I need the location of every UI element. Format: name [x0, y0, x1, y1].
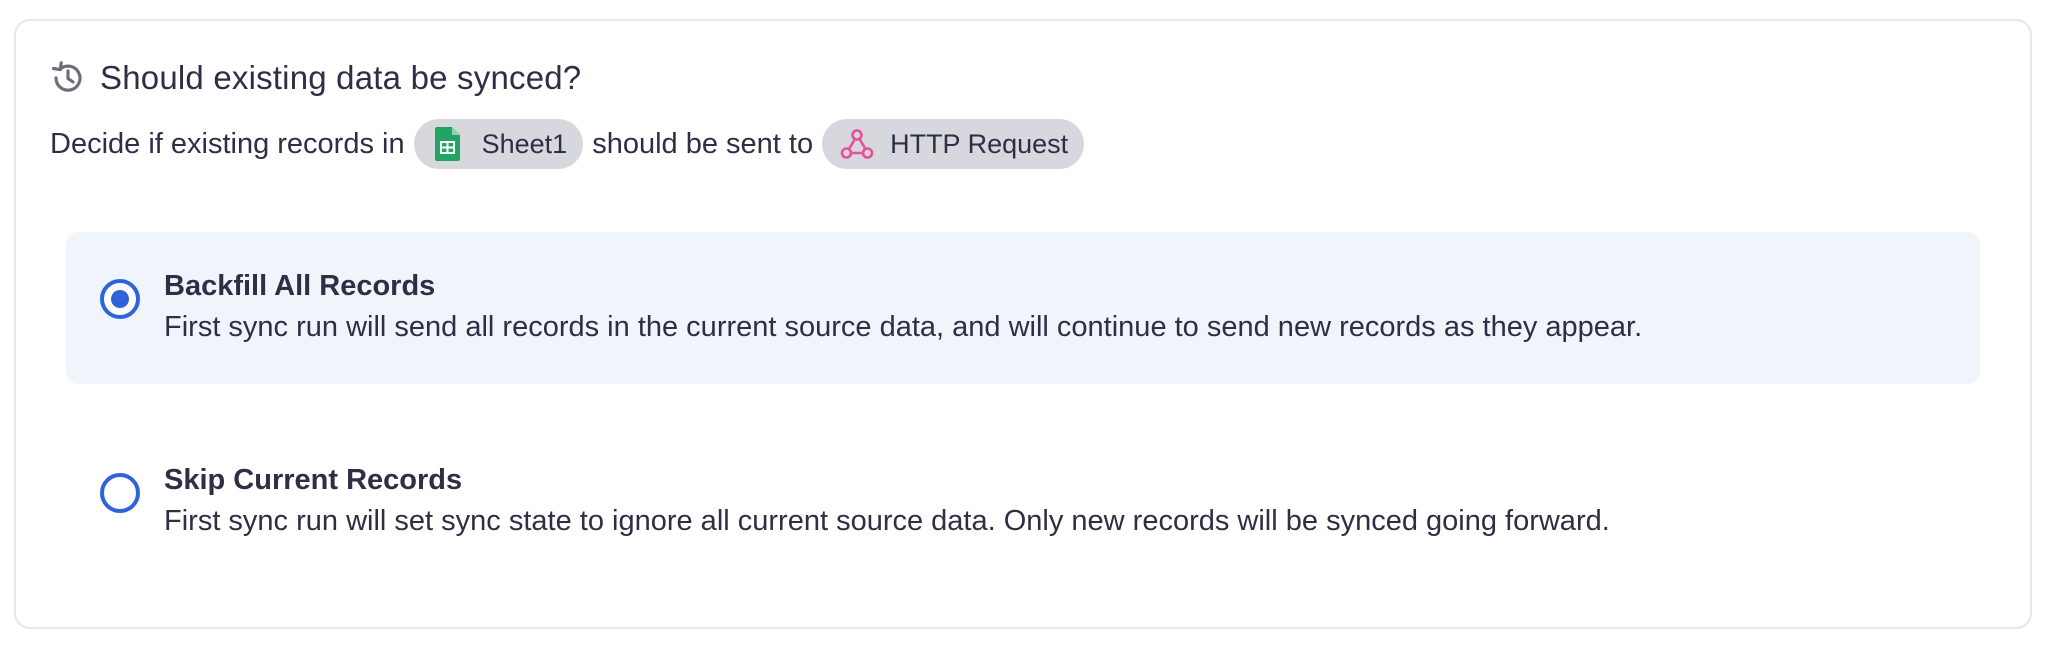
page-title: Should existing data be synced?: [100, 59, 582, 96]
option-title: Skip Current Records: [164, 464, 463, 496]
option-description: First sync run will send all records in …: [164, 311, 1643, 343]
history-icon: [50, 60, 86, 96]
sync-description: Decide if existing records in Sheet1 sho…: [50, 118, 1093, 170]
option-title: Backfill All Records: [164, 270, 436, 302]
option-backfill-all-records[interactable]: Backfill All Records First sync run will…: [66, 232, 1980, 384]
radio-skip-current-records[interactable]: [100, 473, 140, 513]
section-heading: Should existing data be synced?: [50, 58, 581, 98]
destination-pill: HTTP Request: [822, 119, 1085, 169]
source-label: Sheet1: [481, 128, 568, 159]
google-sheets-icon: [432, 127, 462, 161]
radio-backfill-all-records[interactable]: [100, 279, 140, 319]
destination-label: HTTP Request: [890, 128, 1069, 159]
description-prefix: Decide if existing records in: [50, 127, 405, 160]
webhook-icon: [840, 127, 874, 161]
radio-selected-dot: [111, 290, 129, 308]
option-description: First sync run will set sync state to ig…: [164, 505, 1610, 537]
option-skip-current-records[interactable]: Skip Current Records First sync run will…: [66, 428, 1980, 580]
description-middle: should be sent to: [592, 127, 814, 160]
source-pill: Sheet1: [413, 119, 584, 169]
